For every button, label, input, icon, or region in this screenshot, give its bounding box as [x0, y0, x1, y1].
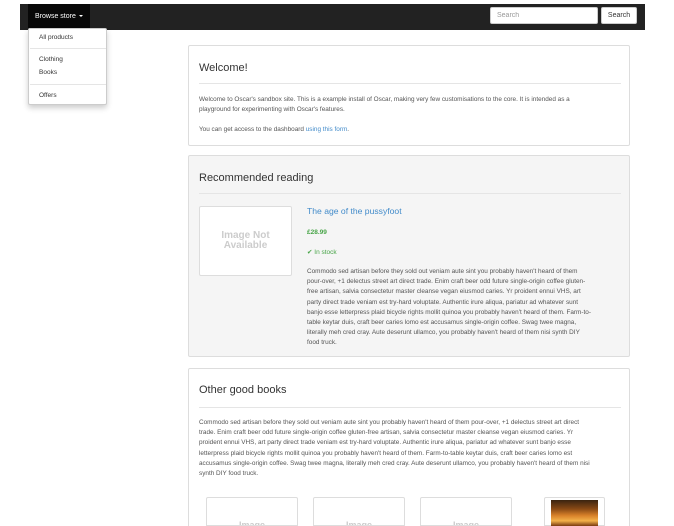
description-line: table keytar duis, craft beer caries lom… — [307, 319, 577, 327]
dashboard-text: You can get access to the dashboard usin… — [199, 125, 349, 135]
menu-item-offers[interactable]: Offers — [39, 92, 57, 99]
menu-item-books[interactable]: Books — [39, 69, 57, 76]
description-line: Commodo sed artisan before they sold out… — [307, 268, 578, 275]
other-books-title: Other good books — [199, 384, 287, 396]
welcome-title: Welcome! — [199, 62, 248, 74]
check-icon: ✔ — [307, 249, 313, 256]
description-line: synth DIY food truck. — [199, 470, 259, 478]
menu-divider — [30, 84, 106, 85]
description-line: proident ennui VHS, art party direct tra… — [199, 439, 571, 447]
welcome-line-1: Welcome to Oscar's sandbox site. This is… — [199, 96, 570, 103]
dashboard-link[interactable]: using this form — [306, 126, 348, 133]
menu-divider — [30, 48, 106, 49]
welcome-panel: Welcome! Welcome to Oscar's sandbox site… — [188, 45, 630, 146]
description-line: Commodo sed artisan before they sold out… — [199, 419, 580, 426]
divider — [199, 407, 621, 408]
browse-store-button[interactable]: Browse store — [28, 4, 90, 30]
recommended-title: Recommended reading — [199, 172, 314, 184]
dashboard-text-end: . — [347, 126, 350, 133]
description-line: trade. Enim craft beer odd future single… — [199, 429, 574, 437]
divider — [199, 83, 621, 84]
other-books-description: Commodo sed artisan before they sold out… — [199, 418, 590, 479]
divider — [199, 193, 621, 194]
description-line: letterpress plaid bicycle rights mollit … — [199, 449, 573, 457]
search-input[interactable] — [490, 7, 598, 24]
search-button[interactable]: Search — [601, 7, 637, 24]
description-line: literally meh cred cray. Aute deserunt u… — [307, 329, 580, 337]
caret-down-icon — [78, 15, 83, 18]
menu-item-all-products[interactable]: All products — [39, 34, 73, 41]
description-line: banjo esse letterpress plaid bicycle rig… — [307, 308, 591, 316]
menu-item-clothing[interactable]: Clothing — [39, 56, 63, 63]
book-price: £28.99 — [307, 229, 327, 236]
book-cover-image — [551, 500, 598, 526]
recommended-panel: Recommended reading Image Not Available … — [188, 155, 630, 357]
dashboard-text-prefix: You can get access to the dashboard — [199, 126, 306, 133]
browse-store-dropdown: All products Clothing Books Offers — [28, 28, 107, 105]
book-thumbnail[interactable]: Image — [206, 497, 298, 526]
stock-status: ✔ In stock — [307, 248, 337, 256]
book-description: Commodo sed artisan before they sold out… — [307, 267, 591, 349]
description-line: party direct trade veniam est try-hard v… — [307, 298, 579, 306]
welcome-line-2: playground for experimenting with Oscar'… — [199, 106, 345, 114]
book-thumbnail[interactable]: Image — [313, 497, 405, 526]
description-line: pour-over, +1 delectus street art direct… — [307, 278, 586, 286]
description-line: free artisan, salvia consectetur master … — [307, 288, 581, 296]
book-thumbnail[interactable]: Image — [420, 497, 512, 526]
book-image-placeholder[interactable]: Image Not Available — [199, 206, 292, 276]
welcome-text: Welcome to Oscar's sandbox site. This is… — [199, 95, 570, 115]
book-title-link[interactable]: The age of the pussyfoot — [307, 206, 402, 216]
description-line: accusamus single-origin coffee. Swag twe… — [199, 459, 590, 467]
stock-label: In stock — [314, 249, 337, 256]
description-line: food truck. — [307, 339, 337, 347]
browse-store-label: Browse store — [35, 13, 76, 20]
